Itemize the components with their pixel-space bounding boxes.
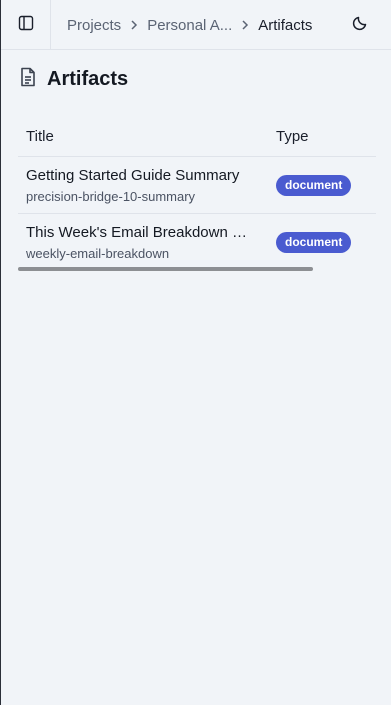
breadcrumb-project[interactable]: Personal A... (147, 17, 232, 34)
sidebar-panel-icon (18, 15, 34, 36)
artifact-title: This Week's Email Breakdown — March 10–1… (26, 224, 256, 241)
top-bar: Projects Personal A... Artifacts (1, 0, 391, 50)
theme-toggle-button[interactable] (348, 13, 372, 37)
column-header-title: Title (26, 128, 54, 145)
moon-icon (352, 15, 368, 36)
page-title: Artifacts (47, 67, 129, 90)
document-icon (19, 67, 37, 92)
breadcrumb: Projects Personal A... Artifacts (67, 0, 312, 50)
table-header: Title Type (18, 118, 376, 157)
type-badge: document (276, 232, 352, 253)
column-header-type: Type (276, 128, 309, 145)
type-badge: document (276, 175, 352, 196)
artifacts-table: Title Type Getting Started Guide Summary… (18, 118, 376, 273)
breadcrumb-projects[interactable]: Projects (67, 17, 121, 34)
table-row[interactable]: This Week's Email Breakdown — March 10–1… (18, 214, 376, 271)
table-row[interactable]: Getting Started Guide Summary precision-… (18, 157, 376, 214)
breadcrumb-artifacts: Artifacts (258, 16, 313, 34)
page-heading: Artifacts (19, 66, 128, 92)
horizontal-scrollbar[interactable] (18, 267, 313, 271)
artifact-slug: precision-bridge-10-summary (26, 189, 196, 204)
artifact-slug: weekly-email-breakdown (26, 246, 170, 261)
sidebar-toggle-button[interactable] (2, 0, 51, 50)
chevron-right-icon (130, 20, 138, 30)
app-frame: Projects Personal A... Artifacts Artifac… (0, 0, 391, 705)
artifact-title: Getting Started Guide Summary (26, 167, 240, 184)
chevron-right-icon (241, 20, 249, 30)
